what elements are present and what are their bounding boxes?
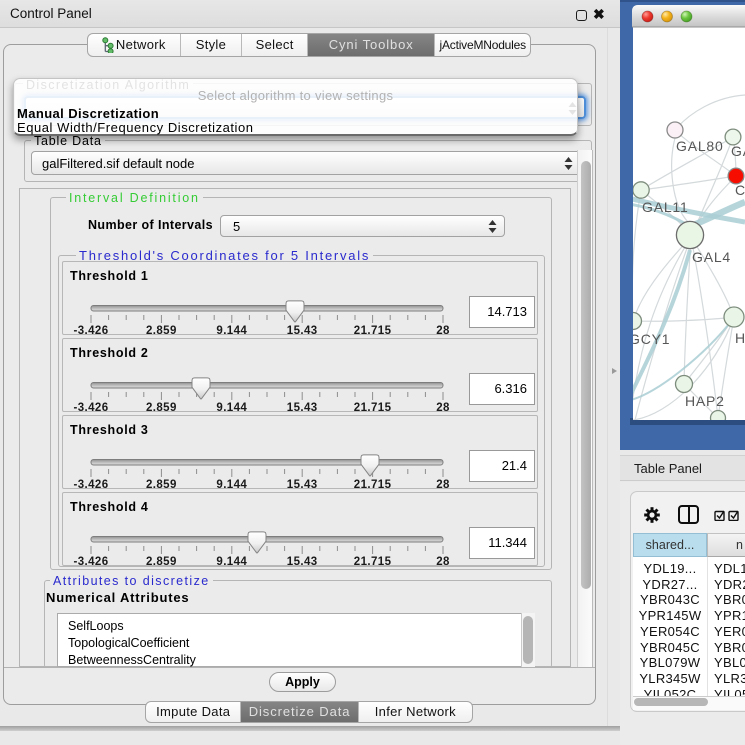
svg-text:28: 28 [436, 479, 450, 491]
svg-text:H: H [735, 330, 745, 346]
svg-text:2.859: 2.859 [146, 556, 177, 568]
svg-text:21.715: 21.715 [354, 325, 392, 337]
svg-text:-3.426: -3.426 [73, 479, 108, 491]
svg-text:GAL11: GAL11 [642, 199, 689, 215]
svg-text:C: C [735, 182, 745, 198]
svg-text:-3.426: -3.426 [73, 325, 108, 337]
svg-text:9.144: 9.144 [216, 325, 247, 337]
svg-text:28: 28 [436, 325, 450, 337]
svg-text:2.859: 2.859 [146, 402, 177, 414]
svg-text:9.144: 9.144 [216, 556, 247, 568]
svg-text:2.859: 2.859 [146, 479, 177, 491]
svg-text:21.715: 21.715 [354, 402, 392, 414]
svg-text:21.715: 21.715 [354, 556, 392, 568]
svg-text:9.144: 9.144 [216, 402, 247, 414]
svg-text:21.715: 21.715 [354, 479, 392, 491]
svg-text:HAP2: HAP2 [685, 393, 725, 409]
svg-text:15.43: 15.43 [287, 479, 318, 491]
svg-text:GCY1: GCY1 [629, 331, 670, 347]
svg-text:15.43: 15.43 [287, 556, 318, 568]
svg-text:GAL80: GAL80 [676, 138, 724, 154]
svg-text:2.859: 2.859 [146, 325, 177, 337]
svg-text:-3.426: -3.426 [73, 556, 108, 568]
svg-text:15.43: 15.43 [287, 325, 318, 337]
svg-text:15.43: 15.43 [287, 402, 318, 414]
svg-text:28: 28 [436, 402, 450, 414]
svg-text:-3.426: -3.426 [73, 402, 108, 414]
svg-text:GAL4: GAL4 [692, 249, 731, 265]
svg-text:GA: GA [731, 143, 745, 159]
svg-text:9.144: 9.144 [216, 479, 247, 491]
svg-text:28: 28 [436, 556, 450, 568]
